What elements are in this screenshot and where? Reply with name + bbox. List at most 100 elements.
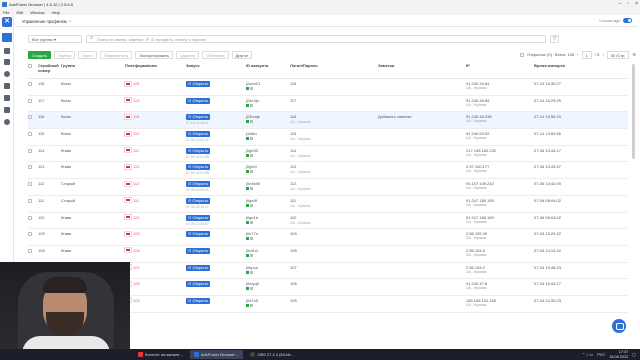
login-value[interactable]: 118 [290, 81, 378, 86]
open-button[interactable]: ⊙ Открыть [186, 164, 211, 171]
login-value[interactable]: 115 [290, 131, 378, 136]
next-page-icon[interactable]: › [602, 52, 603, 57]
keyboard-lang[interactable]: РУС [597, 352, 605, 357]
row-checkbox[interactable] [28, 232, 32, 237]
close-icon[interactable]: × [635, 1, 638, 7]
open-button[interactable]: ⊙ Открыть [186, 231, 211, 238]
tray-icons[interactable]: ⌃ ♪ ▭ [582, 352, 593, 357]
clock[interactable]: 17:47 18.08.2022 [609, 350, 628, 359]
header-serial[interactable]: Серийный номер [38, 63, 61, 73]
login-value[interactable]: 106 [290, 281, 378, 286]
billing-icon[interactable] [4, 107, 10, 113]
select-all-checkbox[interactable] [28, 64, 32, 68]
refresh-button[interactable]: Обновить [202, 50, 229, 59]
taskbar-app-1[interactable]: Контент на канале... [134, 350, 187, 359]
close-tab-icon[interactable]: × [69, 19, 71, 24]
login-value[interactable]: 114 [290, 148, 378, 153]
login-value[interactable]: 105 [290, 298, 378, 303]
taskbar-app-2[interactable]: AdsPower Browser ... [189, 350, 244, 359]
automation-icon[interactable] [4, 95, 10, 101]
login-value[interactable]: 109 [290, 231, 378, 236]
proxy-icon[interactable] [4, 71, 10, 77]
settings-icon[interactable] [4, 119, 10, 125]
login-value[interactable]: 112 [290, 181, 378, 186]
groups-icon[interactable] [4, 48, 10, 54]
login-value[interactable]: 111 [290, 198, 378, 203]
row-checkbox[interactable] [28, 248, 32, 253]
search-input[interactable]: Поиск по имени, заметке, IP, ID профиля,… [86, 35, 546, 43]
menu-window[interactable]: Window [30, 10, 44, 15]
group-button[interactable]: Группа [54, 50, 75, 59]
row-checkbox[interactable] [28, 115, 32, 120]
login-value[interactable]: 107 [290, 265, 378, 270]
profiles-icon[interactable] [2, 33, 12, 42]
sync-toggle[interactable] [623, 18, 632, 23]
team-icon[interactable] [4, 59, 10, 65]
open-button[interactable]: ⊙ Открыть [186, 131, 211, 138]
login-value[interactable]: 113 [290, 164, 378, 169]
header-group[interactable]: Группа [61, 63, 125, 68]
open-button[interactable]: ⊙ Открыть [186, 197, 211, 204]
row-checkbox[interactable] [28, 132, 32, 137]
row-checkbox[interactable] [28, 82, 32, 86]
row-checkbox[interactable] [28, 148, 32, 153]
notes-cell[interactable]: Добавить заметки [378, 114, 466, 119]
minimize-icon[interactable]: – [619, 1, 622, 7]
row-checkbox[interactable] [28, 198, 32, 203]
header-ip[interactable]: IP [466, 63, 534, 68]
table-row[interactable]: 114 Живи 111 ⊙ Открыть 07-06 12:01:38 j0gb33 1… [28, 146, 628, 163]
login-value[interactable]: 110 [290, 215, 378, 220]
header-account-id[interactable]: ID аккаунта [246, 63, 290, 68]
group-select[interactable]: Все группы ▾ [28, 35, 82, 43]
table-row[interactable]: 108 Живи 108 ⊙ Открыть j0c9u4 108 2.56.154.6 UA… [28, 246, 628, 263]
breadcrumb[interactable]: Управление профилем × [22, 19, 71, 24]
row-checkbox[interactable] [28, 98, 32, 103]
menu-edit[interactable]: Edit [16, 10, 23, 15]
open-button[interactable]: ⊙ Открыть [186, 264, 211, 271]
login-value[interactable]: 117 [290, 98, 378, 103]
extensions-icon[interactable] [4, 83, 10, 89]
header-import-time[interactable]: Время импорта [534, 63, 594, 68]
open-button[interactable]: ⊙ Открыть [186, 97, 211, 104]
notes-value[interactable]: Добавить заметки [378, 114, 412, 119]
table-row[interactable]: 110 Живи 110 ⊙ Открыть 07-05 12:06:52 j0ge1b 1… [28, 213, 628, 230]
row-checkbox[interactable] [28, 182, 32, 187]
filter-icon[interactable]: ▽ [550, 35, 559, 43]
header-notes[interactable]: Заметки [378, 63, 466, 68]
page-input[interactable]: 1 [581, 50, 592, 59]
table-row[interactable]: 113 Живи 113 ⊙ Открыть 07-06 12:01:58 j0gfc0 1… [28, 162, 628, 180]
open-button[interactable]: ⊙ Открыть [186, 281, 211, 288]
maximize-icon[interactable]: ▫ [627, 1, 629, 7]
opened-checkbox[interactable] [520, 53, 525, 57]
header-login[interactable]: Логин/Пароль [290, 63, 378, 68]
per-page-select[interactable]: 50 /Стр. [606, 50, 630, 59]
taskbar-app-3[interactable]: OBS 27.2.4 (64-bit... [246, 350, 297, 359]
support-chat-icon[interactable] [612, 319, 626, 333]
open-button[interactable]: ⊙ Открыть [186, 247, 211, 254]
header-launch[interactable]: Запуск [186, 63, 246, 68]
create-button[interactable]: Создать [28, 50, 52, 59]
table-row[interactable]: 109 Живи 109 ⊙ Открыть j0e77n 109 2.56.155.39 U… [28, 229, 628, 246]
notifications-icon[interactable]: ▢ [632, 352, 636, 357]
open-button[interactable]: ⊙ Открыть [186, 81, 211, 87]
table-row[interactable]: 115 Всем 112 ⊙ Открыть 07-06 12:01:11 j1fdkn 1… [28, 129, 628, 146]
menu-file[interactable]: File [3, 10, 9, 15]
open-button[interactable]: ⊙ Открыть [186, 297, 211, 304]
table-row[interactable]: 118 Всем 115 ⊙ Открыть j2oen21 118 91.240.34.8… [28, 79, 628, 96]
more-button[interactable]: Другое [231, 50, 253, 59]
open-button[interactable]: ⊙ Открыть [186, 114, 211, 121]
row-checkbox[interactable] [28, 165, 32, 170]
table-row[interactable]: 111 Старый 111 ⊙ Открыть 07-05 23:15:47 j0ge8… [28, 196, 628, 213]
prev-page-icon[interactable]: ‹ [577, 52, 578, 57]
delete-button[interactable]: Удалить [176, 50, 200, 59]
header-platform[interactable]: Платформа/имя [125, 63, 186, 68]
menu-help[interactable]: Help [52, 10, 60, 15]
open-button[interactable]: ⊙ Открыть [186, 181, 211, 188]
move-button[interactable]: Переместить [99, 50, 133, 59]
empty-button[interactable]: Пусто [77, 50, 97, 59]
open-button[interactable]: ⊙ Открыть [186, 214, 211, 221]
export-button[interactable]: Экспортировать [135, 50, 174, 59]
scrollbar[interactable] [632, 64, 635, 159]
login-value[interactable]: 108 [290, 248, 378, 253]
row-checkbox[interactable] [28, 215, 32, 220]
